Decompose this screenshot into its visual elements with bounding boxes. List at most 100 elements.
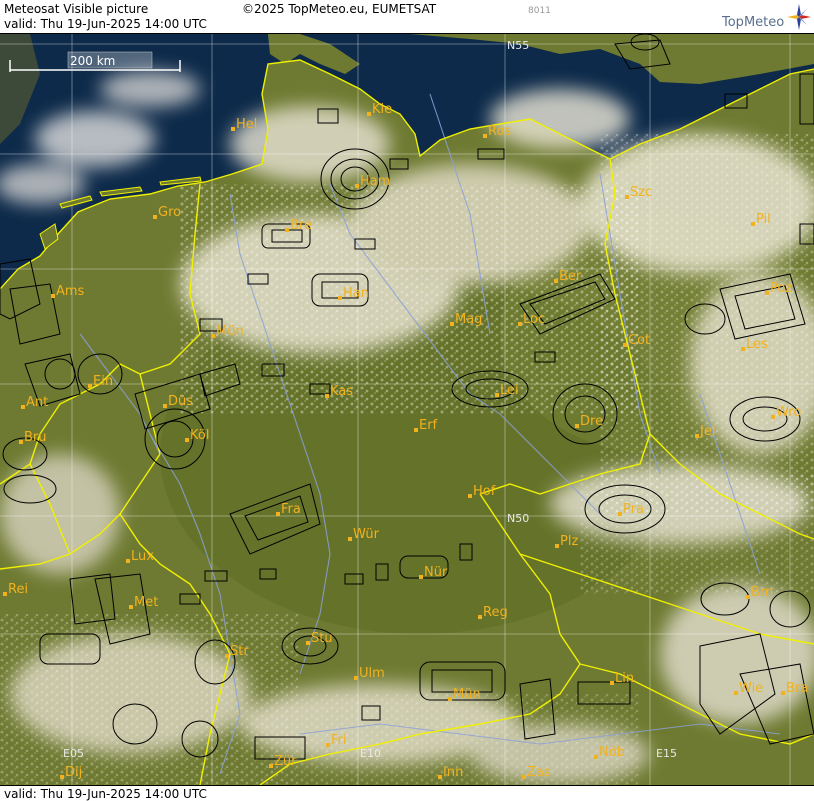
city-dot <box>468 494 472 498</box>
city-dot <box>623 343 627 347</box>
city-label: Bru <box>24 430 47 445</box>
copyright-text: ©2025 TopMeteo.eu, EUMETSAT <box>242 2 437 16</box>
city-label: Köl <box>190 428 209 443</box>
city-label: Bra <box>786 681 808 696</box>
city-dot <box>326 743 330 747</box>
city-dot <box>338 296 342 300</box>
city-dot <box>414 428 418 432</box>
satellite-map[interactable]: 200 km N55 N50 E05 E10 E15 Hel Kie Ros Ham G… <box>0 34 814 785</box>
city-dot <box>438 775 442 779</box>
scale-bar-label: 200 km <box>70 54 115 68</box>
city-label: Str <box>230 644 249 659</box>
city-dot <box>518 322 522 326</box>
footer-bar: valid: Thu 19-Jun-2025 14:00 UTC <box>0 785 814 801</box>
city-dot <box>522 775 526 779</box>
city-label: Han <box>343 286 369 301</box>
grid-label: E05 <box>63 747 84 760</box>
city-label: Reg <box>483 605 508 620</box>
map-viewer: Meteosat Visible picture valid: Thu 19-J… <box>0 0 814 801</box>
valid-time-bottom: valid: Thu 19-Jun-2025 14:00 UTC <box>4 787 207 801</box>
city-dot <box>21 405 25 409</box>
city-label: Kie <box>372 102 392 117</box>
grid-label: N55 <box>507 39 529 52</box>
compass-star-icon <box>787 4 811 30</box>
city-dot <box>610 681 614 685</box>
city-dot <box>483 134 487 138</box>
city-dot <box>231 127 235 131</box>
city-label: Hof <box>473 484 496 499</box>
city-label: Szc <box>630 185 652 200</box>
city-dot <box>211 334 215 338</box>
city-label: Dre <box>580 414 603 429</box>
city-label: Nöb <box>599 745 625 760</box>
city-dot <box>594 755 598 759</box>
city-label: Plz <box>560 534 578 549</box>
city-label: Pra <box>623 502 644 517</box>
city-label: Ulm <box>359 666 385 681</box>
city-dot <box>88 384 92 388</box>
city-label: Mag <box>455 312 482 327</box>
city-label: Rei <box>8 582 28 597</box>
city-label: Cot <box>628 333 650 348</box>
header-bar: Meteosat Visible picture valid: Thu 19-J… <box>0 0 814 34</box>
city-dot <box>163 404 167 408</box>
city-label: Zür <box>274 754 297 769</box>
city-dot <box>185 438 189 442</box>
city-label: Loc <box>523 312 545 327</box>
city-label: Ein <box>93 374 113 389</box>
city-dot <box>695 434 699 438</box>
city-label: Zas <box>527 765 551 780</box>
city-label: Bre <box>290 218 312 233</box>
city-dot <box>765 291 769 295</box>
city-dot <box>285 228 289 232</box>
city-label: Wro <box>776 405 801 420</box>
grid-label: E10 <box>360 747 381 760</box>
city-label: Jel <box>699 424 715 439</box>
city-label: Hel <box>236 117 257 132</box>
city-label: Poz <box>770 281 792 296</box>
city-label: Les <box>746 337 768 352</box>
city-dot <box>355 184 359 188</box>
city-dot <box>354 676 358 680</box>
city-dot <box>419 575 423 579</box>
city-dot <box>126 559 130 563</box>
city-dot <box>575 424 579 428</box>
city-label: Ros <box>488 124 511 139</box>
city-dot <box>554 279 558 283</box>
city-dot <box>269 764 273 768</box>
city-label: Nür <box>424 565 448 580</box>
city-label: Stu <box>311 631 333 646</box>
city-dot <box>3 592 7 596</box>
city-label: Brn <box>751 585 773 600</box>
city-dot <box>225 654 229 658</box>
city-dot <box>781 691 785 695</box>
city-dot <box>60 775 64 779</box>
city-label: Kas <box>330 384 353 399</box>
city-dot <box>450 322 454 326</box>
valid-time-top: valid: Thu 19-Jun-2025 14:00 UTC <box>4 17 207 31</box>
city-dot <box>325 394 329 398</box>
city-dot <box>19 440 23 444</box>
city-label: Ber <box>559 269 582 284</box>
city-label: Fra <box>281 502 301 517</box>
image-code: 8011 <box>528 6 551 16</box>
city-dot <box>51 294 55 298</box>
city-dot <box>555 544 559 548</box>
city-dot <box>734 691 738 695</box>
grid-label: E15 <box>656 747 677 760</box>
city-label: Fri <box>331 733 347 748</box>
city-label: Lei <box>500 383 519 398</box>
city-dot <box>367 112 371 116</box>
city-label: Lin <box>615 671 634 686</box>
city-label: Wür <box>353 527 380 542</box>
city-dot <box>625 195 629 199</box>
city-dot <box>746 595 750 599</box>
city-dot <box>306 641 310 645</box>
city-label: Mün <box>453 687 481 702</box>
city-label: Pil <box>756 212 771 227</box>
city-dot <box>153 215 157 219</box>
city-label: Dij <box>65 765 82 780</box>
city-dot <box>771 415 775 419</box>
city-dot <box>751 222 755 226</box>
product-title: Meteosat Visible picture <box>4 2 149 16</box>
